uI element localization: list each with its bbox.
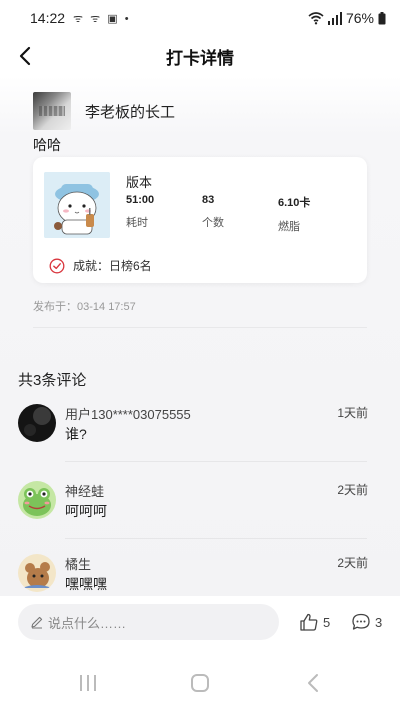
comment-text: 谁? xyxy=(65,426,87,442)
battery-icon xyxy=(378,11,386,24)
battery-percent: 76% xyxy=(345,10,374,26)
like-button[interactable]: 5 xyxy=(299,612,330,632)
stat-count-label: 个数 xyxy=(202,217,224,229)
home-icon[interactable] xyxy=(190,673,210,693)
pencil-icon xyxy=(31,616,43,629)
comment-bar: 说点什么…… 5 3 xyxy=(0,596,400,648)
comment-time: 1天前 xyxy=(337,406,368,420)
comment-username[interactable]: 神经蛙 xyxy=(65,481,104,500)
comment-time: 2天前 xyxy=(337,556,368,570)
status-time: 14:22 xyxy=(30,10,66,26)
achievement-text: 成就：日榜6名 xyxy=(73,259,152,273)
post-author[interactable]: 李老板的长工 xyxy=(33,92,175,130)
cartoon-mascot-image xyxy=(44,172,110,238)
achievement-check-icon xyxy=(49,258,65,273)
comments-count-title: 共3条评论 xyxy=(18,372,87,389)
post-detail: 李老板的长工 哈哈 版本 51:00 耗时 83 个数 6.10卡 燃脂 成就：… xyxy=(0,76,400,596)
status-bar: 14:22 ᯤ ᯤ ▣ • 76% xyxy=(0,0,400,36)
comment-divider xyxy=(65,538,367,539)
workout-image xyxy=(44,172,110,238)
comment-avatar[interactable] xyxy=(18,404,56,442)
author-avatar[interactable] xyxy=(33,92,71,130)
comment-time: 2天前 xyxy=(337,483,368,497)
status-right: 76% xyxy=(308,10,386,26)
system-nav-bar xyxy=(0,648,400,711)
recent-apps-icon[interactable] xyxy=(78,673,98,693)
comment-item[interactable]: 神经蛙 2天前 呵呵呵 xyxy=(18,481,368,521)
stat-count: 83 个数 xyxy=(202,194,224,230)
comment-item[interactable]: 用户130****03075555 1天前 谁? xyxy=(18,404,368,444)
stat-count-value: 83 xyxy=(202,194,215,206)
comment-text: 呵呵呵 xyxy=(65,503,107,519)
signal-icon xyxy=(327,11,342,25)
stat-calories-value: 6.10卡 xyxy=(278,197,311,209)
comment-input[interactable]: 说点什么…… xyxy=(18,604,279,640)
notification-icons: ᯤ ᯤ ▣ • xyxy=(73,12,131,25)
back-arrow-icon[interactable] xyxy=(14,44,38,68)
comment-username[interactable]: 橘生 xyxy=(65,554,91,573)
like-count: 5 xyxy=(323,614,331,630)
divider xyxy=(33,327,367,328)
publish-time: 发布于：03-14 17:57 xyxy=(33,301,136,313)
wifi-icon xyxy=(308,12,324,25)
comment-divider xyxy=(65,461,367,462)
author-name[interactable]: 李老板的长工 xyxy=(85,101,175,122)
comment-text: 嘿嘿嘿 xyxy=(65,576,107,592)
stat-calories: 6.10卡 燃脂 xyxy=(278,194,310,234)
avatar-frog-image xyxy=(18,481,56,519)
page-title: 打卡详情 xyxy=(166,48,234,68)
workout-title: 版本 xyxy=(126,175,153,190)
stat-duration: 51:00 耗时 xyxy=(126,194,154,230)
thumbs-up-icon xyxy=(300,613,318,631)
header-bar: 打卡详情 xyxy=(0,36,400,76)
avatar-cartoon-image xyxy=(18,554,56,592)
comment-bubble-icon xyxy=(352,613,370,630)
back-nav-icon[interactable] xyxy=(304,673,322,693)
avatar-dark-image xyxy=(18,404,56,442)
comment-item[interactable]: 橘生 2天前 嘿嘿嘿 xyxy=(18,554,368,594)
comment-avatar[interactable] xyxy=(18,481,56,519)
stat-duration-value: 51:00 xyxy=(126,194,155,206)
comment-avatar[interactable] xyxy=(18,554,56,592)
stat-calories-label: 燃脂 xyxy=(278,221,300,233)
achievement: 成就：日榜6名 xyxy=(49,257,152,274)
workout-card[interactable]: 版本 51:00 耗时 83 个数 6.10卡 燃脂 成就：日榜6名 xyxy=(33,157,367,283)
comment-count: 3 xyxy=(375,614,383,630)
comment-input-placeholder: 说点什么…… xyxy=(48,615,127,631)
comment-username[interactable]: 用户130****03075555 xyxy=(65,404,191,423)
stat-duration-label: 耗时 xyxy=(126,217,148,229)
comment-button[interactable]: 3 xyxy=(351,612,382,632)
post-text: 哈哈 xyxy=(33,137,61,153)
